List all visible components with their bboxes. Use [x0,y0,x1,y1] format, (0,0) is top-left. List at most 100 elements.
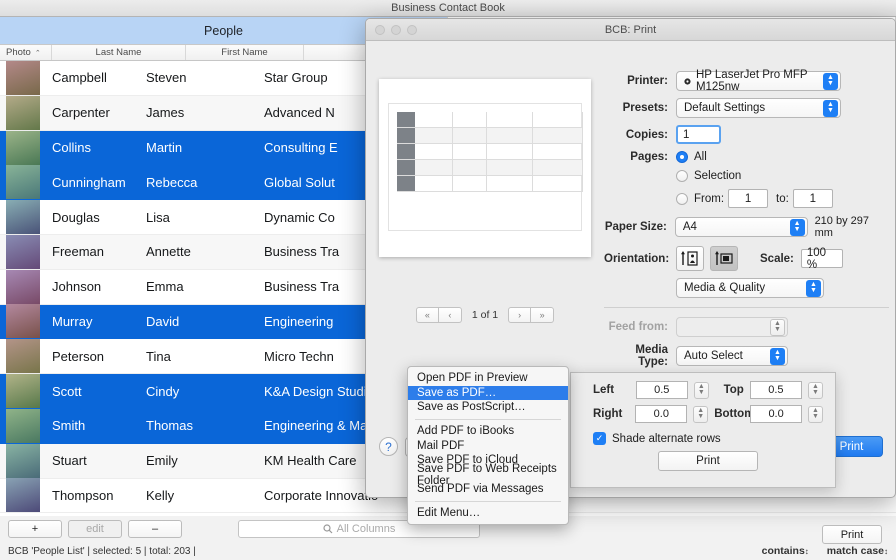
portrait-orientation-button[interactable] [676,246,704,271]
pages-from-radio[interactable] [676,193,688,205]
printer-row: Printer: HP LaserJet Pro MFP M125nw ▲▼ [604,71,889,91]
landscape-orientation-icon [714,250,734,267]
cell-last-name: Johnson [52,279,146,294]
cell-first-name: James [146,105,264,120]
margin-left-field[interactable]: 0.5 [636,381,688,399]
last-page-button[interactable]: » [531,307,554,323]
print-dialog-titlebar: BCB: Print [366,19,895,41]
copies-input[interactable]: 1 [676,125,721,144]
column-header-first-name[interactable]: First Name [186,45,304,60]
background-print-button[interactable]: Print [658,451,758,471]
preview-row [397,176,583,192]
cell-first-name: Annette [146,244,264,259]
margin-left-value: 0.5 [654,384,669,396]
preview-photo [397,160,415,175]
edit-contact-button[interactable]: edit [68,520,122,538]
media-type-chevron-icon[interactable]: ▲▼ [770,348,785,365]
printer-status-icon [684,77,691,86]
pages-to-input[interactable]: 1 [793,189,833,208]
paper-size-chevron-icon[interactable]: ▲▼ [790,219,805,236]
margin-bottom-stepper[interactable]: ▲▼ [808,406,823,423]
app-title: Business Contact Book [391,2,505,14]
pdf-dropdown-menu[interactable]: Open PDF in PreviewSave as PDF…Save as P… [407,366,569,525]
zoom-icon[interactable] [407,25,417,35]
next-page-icon: › [518,310,521,320]
pdf-menu-item[interactable]: Save PDF to Web Receipts Folder [408,468,568,483]
pages-from-label: From: [694,193,724,205]
prev-page-button[interactable]: ‹ [439,307,462,323]
app-titlebar: Business Contact Book [0,0,896,17]
orientation-label: Orientation: [604,253,676,265]
contains-selector[interactable]: contains↕ [762,545,809,557]
pages-selection-label: Selection [694,170,741,182]
pages-from-value: 1 [745,193,751,205]
scale-value: 100 % [807,247,837,271]
footer-print-button[interactable]: Print [822,525,882,544]
presets-select[interactable]: Default Settings ▲▼ [676,98,841,118]
margin-bottom-field[interactable]: 0.0 [750,405,802,423]
pages-selection-radio[interactable] [676,170,688,182]
pages-from-input[interactable]: 1 [728,189,768,208]
remove-contact-button[interactable]: – [128,520,182,538]
pdf-menu-item[interactable]: Open PDF in Preview [408,371,568,386]
add-contact-button[interactable]: + [8,520,62,538]
margin-right-stepper[interactable]: ▲▼ [693,406,708,423]
cell-first-name: Kelly [146,488,264,503]
match-case-label: match case [827,545,884,557]
presets-chevron-icon[interactable]: ▲▼ [823,100,838,117]
next-page-button[interactable]: › [508,307,531,323]
pdf-menu-item[interactable]: Save as PostScript… [408,400,568,415]
cell-last-name: Murray [52,314,146,329]
edit-contact-label: edit [86,523,104,535]
media-type-value: Auto Select [684,350,743,362]
print-label: Print [840,441,864,453]
print-dialog-title: BCB: Print [366,24,895,36]
preview-photo [397,128,415,143]
settings-divider [604,307,889,308]
status-text: BCB 'People List' | selected: 5 | total:… [8,546,196,557]
print-pane-select[interactable]: Media & Quality ▲▼ [676,278,824,298]
pages-all-radio[interactable] [676,151,688,163]
printer-chevron-icon[interactable]: ▲▼ [823,73,838,90]
first-page-button[interactable]: « [416,307,439,323]
preview-row [397,112,583,128]
landscape-orientation-button[interactable] [710,246,738,271]
print-pane-chevron-icon[interactable]: ▲▼ [806,280,821,297]
cell-last-name: Peterson [52,349,146,364]
shade-alternate-rows-checkbox[interactable]: ✓ [593,432,606,445]
pdf-menu-item[interactable]: Add PDF to iBooks [408,424,568,439]
margin-left-stepper[interactable]: ▲▼ [694,382,709,399]
cell-first-name: Martin [146,140,264,155]
window-controls [375,25,417,35]
printer-value: HP LaserJet Pro MFP M125nw [696,69,818,93]
page-indicator: 1 of 1 [472,309,498,321]
pdf-menu-item[interactable]: Edit Menu… [408,506,568,521]
paper-size-select[interactable]: A4 ▲▼ [675,217,808,237]
margin-right-field[interactable]: 0.0 [635,405,687,423]
minimize-icon[interactable] [391,25,401,35]
pages-row-all: Pages: All [604,151,889,163]
pages-all-label: All [694,151,707,163]
presets-label: Presets: [604,102,676,114]
preview-photo [397,176,415,191]
column-header-photo[interactable]: Photo ⌃ [0,45,52,60]
page-setup-background-window: Left 0.5 ▲▼ Top 0.5 ▲▼ Right 0.0 ▲▼ Bott… [570,372,836,488]
media-type-row: Media Type: Auto Select ▲▼ [604,344,889,368]
preview-photo [397,144,415,159]
avatar [6,131,40,165]
margin-top-stepper[interactable]: ▲▼ [808,382,823,399]
printer-select[interactable]: HP LaserJet Pro MFP M125nw ▲▼ [676,71,841,91]
media-type-select[interactable]: Auto Select ▲▼ [676,346,788,366]
close-icon[interactable] [375,25,385,35]
match-case-selector[interactable]: match case↕ [827,545,888,557]
pages-to-label: to: [776,193,789,205]
feed-from-row: Feed from: ▲▼ [604,317,889,337]
margin-top-field[interactable]: 0.5 [750,381,802,399]
scale-input[interactable]: 100 % [801,249,843,268]
help-button[interactable]: ? [379,437,398,456]
column-header-last-name[interactable]: Last Name [52,45,186,60]
pdf-menu-item[interactable]: Mail PDF [408,438,568,453]
sort-ascending-icon: ⌃ [35,49,41,57]
pdf-menu-item[interactable]: Save as PDF… [408,386,568,401]
margin-bottom-value: 0.0 [768,408,783,420]
